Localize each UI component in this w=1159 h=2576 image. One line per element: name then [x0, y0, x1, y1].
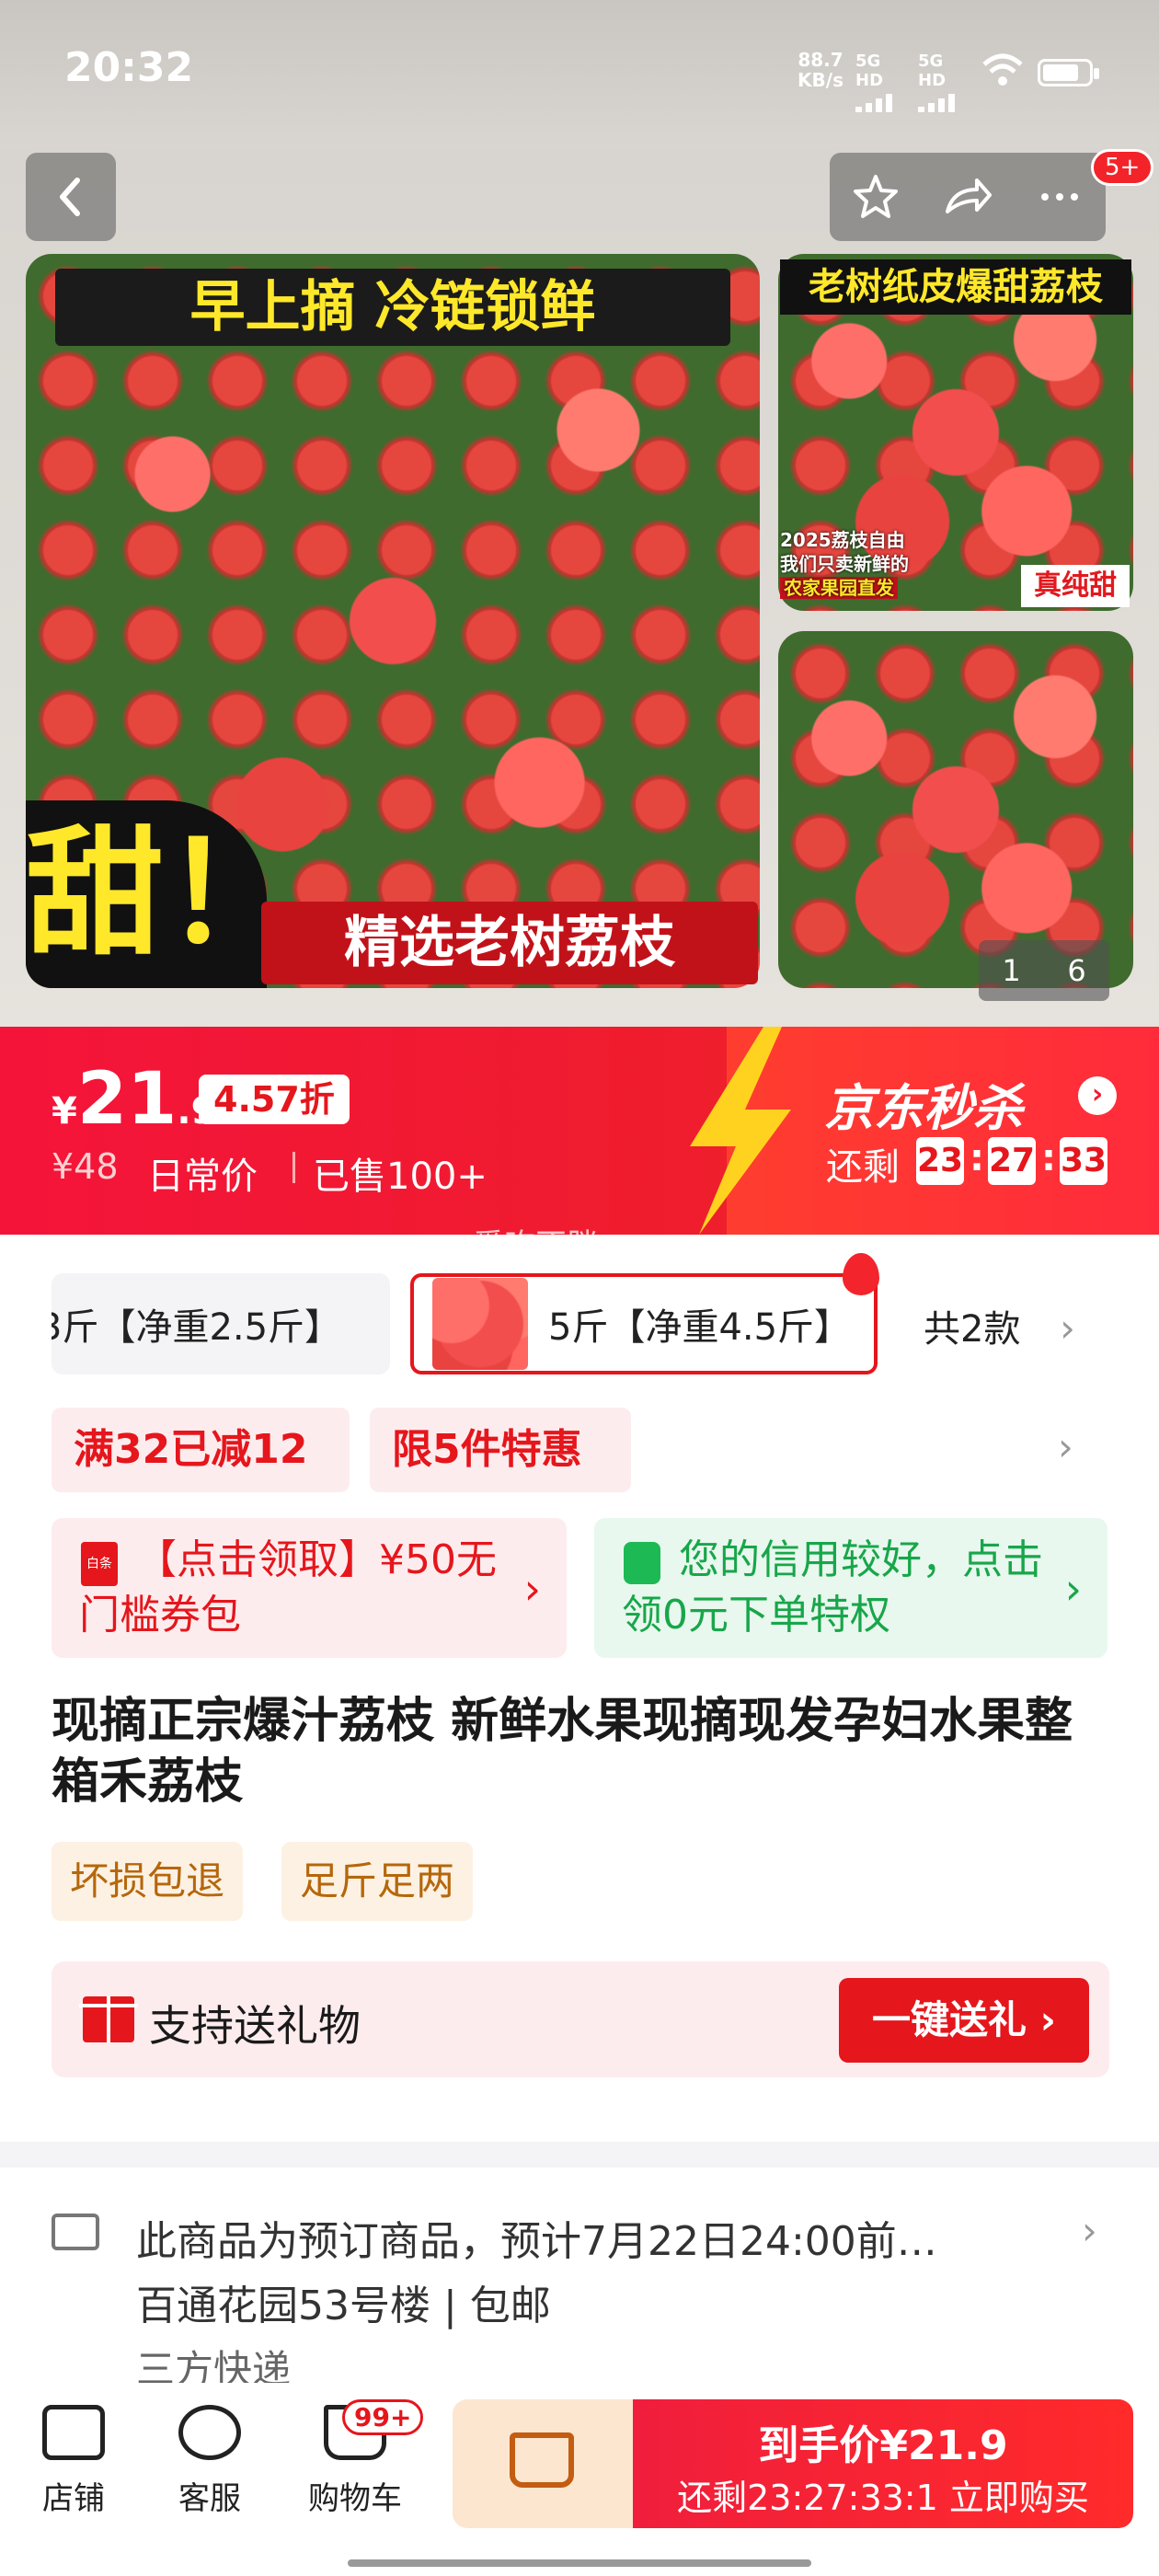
chevron-right-icon[interactable]: ›	[1078, 1076, 1117, 1115]
watermark: 爱吃不胖	[473, 1227, 598, 1264]
variant-label: 5斤【净重4.5斤】	[548, 1306, 852, 1349]
countdown-sep: :	[970, 1137, 984, 1179]
back-button[interactable]	[26, 153, 116, 241]
truck-icon	[52, 2214, 99, 2250]
countdown-label: 还剩	[826, 1146, 900, 1189]
chevron-right-icon[interactable]: ›	[1082, 2208, 1097, 2253]
discount-badge: 4.57折	[199, 1075, 350, 1124]
variant-count[interactable]: 共2款 ›	[924, 1299, 1075, 1352]
add-to-cart-button[interactable]	[453, 2399, 633, 2528]
countdown-seconds: 33	[1060, 1137, 1107, 1185]
service-label: 客服	[178, 2480, 241, 2517]
gift-label: 支持送礼物	[149, 2001, 361, 2051]
notification-badge: 5+	[1091, 149, 1154, 186]
original-price-label: 日常价	[147, 1156, 258, 1198]
hot-flame-icon	[843, 1253, 879, 1295]
section-divider	[0, 2142, 1159, 2168]
cart-count-badge: 99+	[342, 2399, 424, 2435]
caption-line: 我们只卖新鲜的	[780, 553, 909, 575]
buy-now-button[interactable]: 到手价¥21.9 还剩23:27:33:1 立即购买	[633, 2399, 1133, 2528]
lightning-icon	[690, 1027, 791, 1235]
pager-total: 6	[1067, 953, 1086, 988]
service-button[interactable]: 客服	[155, 2405, 265, 2518]
variant-label: 3斤【净重2.5斤】	[52, 1306, 342, 1349]
variant-option[interactable]: 3斤【净重2.5斤】	[52, 1273, 390, 1374]
more-icon[interactable]	[1032, 169, 1087, 224]
variant-thumbnail	[432, 1278, 528, 1370]
store-icon	[42, 2405, 105, 2460]
side-image-1-caption: 2025荔枝自由 我们只卖新鲜的 农家果园直发	[780, 528, 964, 600]
service-tag: 坏损包退	[52, 1842, 244, 1921]
flash-sale-title[interactable]: 京东秒杀	[824, 1067, 1023, 1140]
signal-label: 5G HD	[855, 52, 884, 90]
divider	[293, 1152, 295, 1183]
send-gift-button[interactable]: 一键送礼 ›	[839, 1978, 1089, 2063]
status-time: 20:32	[64, 44, 194, 91]
add-cart-icon	[510, 2432, 574, 2488]
countdown-sep: :	[1041, 1137, 1056, 1179]
pager-current: 1	[1002, 953, 1021, 988]
variant-option-selected[interactable]: 5斤【净重4.5斤】	[410, 1273, 878, 1374]
price-currency: ¥	[52, 1090, 77, 1133]
coupon-pack-text: 【点击领取】¥50无门槛券包	[79, 1536, 497, 1639]
network-speed-unit: KB/s	[798, 69, 843, 91]
home-indicator[interactable]	[348, 2559, 811, 2567]
buy-countdown: 还剩23:27:33:1 立即购买	[677, 2478, 1089, 2518]
chevron-right-icon: ›	[1064, 1564, 1082, 1614]
main-caption-big: 甜！	[26, 800, 302, 988]
product-title: 现摘正宗爆汁荔枝 新鲜水果现摘现发孕妇水果整箱禾荔枝	[52, 1694, 1073, 1810]
cart-label: 购物车	[308, 2480, 402, 2517]
countdown-minutes: 27	[988, 1137, 1036, 1185]
share-icon[interactable]	[940, 169, 995, 224]
star-icon[interactable]	[848, 169, 903, 224]
main-caption-bottom: 精选老树荔枝	[261, 902, 758, 984]
network-speed: 88.7 KB/s	[793, 50, 848, 90]
credit-privilege-card[interactable]: 您的信用较好，点击领0元下单特权 ›	[594, 1518, 1107, 1658]
chevron-right-icon[interactable]: ›	[1058, 1424, 1073, 1469]
promo-tag[interactable]: 满32已减12	[52, 1408, 350, 1492]
chevron-right-icon: ›	[523, 1564, 541, 1614]
sold-count: 已售100+	[313, 1156, 488, 1198]
shipping-notice: 此商品为预订商品，预计7月22日24:00前…	[136, 2218, 937, 2265]
gift-icon	[79, 1996, 138, 2042]
chevron-right-icon: ›	[1060, 1305, 1075, 1351]
countdown-hours: 23	[916, 1137, 964, 1185]
header-actions	[830, 153, 1106, 241]
signal-sim1: 5G HD	[855, 52, 911, 112]
original-price: ¥48	[52, 1146, 119, 1187]
shipping-address: 百通花园53号楼 | 包邮	[136, 2283, 551, 2329]
side-image-2[interactable]	[778, 631, 1133, 988]
gallery-pager: 1 6	[979, 940, 1109, 1001]
promo-tag[interactable]: 限5件特惠	[370, 1408, 631, 1492]
back-icon	[60, 178, 80, 216]
current-price: ¥21.9	[52, 1058, 216, 1141]
signal-sim2: 5G HD	[918, 52, 973, 112]
service-tag: 足斤足两	[281, 1842, 474, 1921]
price-integer: 21	[76, 1058, 178, 1141]
caption-line: 农家果园直发	[780, 577, 898, 599]
network-speed-value: 88.7	[798, 49, 843, 71]
side-image-1-tag: 真纯甜	[1021, 565, 1130, 607]
store-button[interactable]: 店铺	[18, 2405, 129, 2518]
battery-icon	[1038, 59, 1099, 86]
store-label: 店铺	[42, 2480, 105, 2517]
credit-privilege-text: 您的信用较好，点击领0元下单特权	[622, 1536, 1043, 1639]
main-caption-top: 早上摘 冷链锁鲜	[55, 269, 730, 346]
buy-price: 到手价¥21.9	[758, 2422, 1008, 2469]
coupon-pack-card[interactable]: 白条 【点击领取】¥50无门槛券包 ›	[52, 1518, 567, 1658]
caption-line: 2025荔枝自由	[780, 529, 905, 551]
variant-count-label: 共2款	[924, 1308, 1021, 1351]
service-icon	[178, 2405, 241, 2460]
wifi-icon	[982, 53, 1023, 86]
side-image-1-title: 老树纸皮爆甜荔枝	[780, 259, 1131, 315]
signal-label: 5G HD	[918, 52, 947, 90]
